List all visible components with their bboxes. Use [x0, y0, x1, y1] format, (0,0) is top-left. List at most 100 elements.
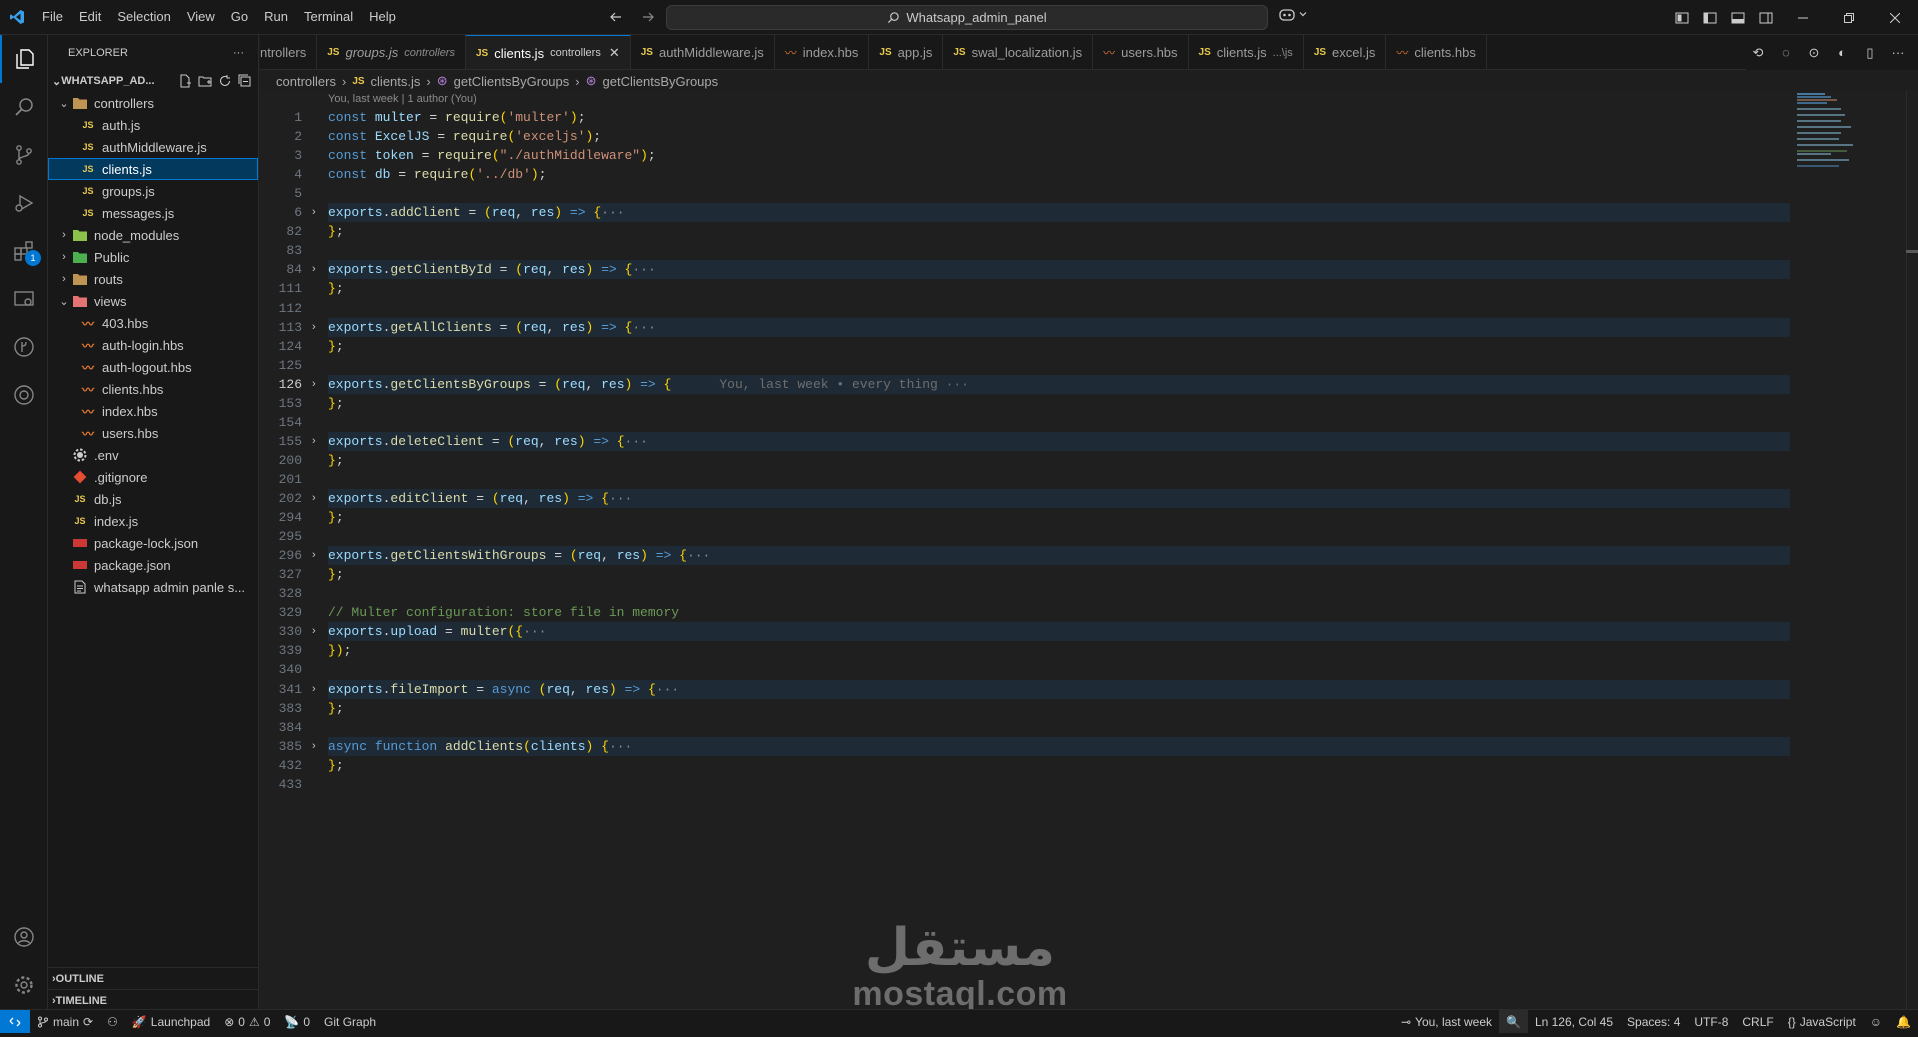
live-share-status[interactable]: ⚇: [100, 1010, 125, 1034]
code-line[interactable]: 432};: [260, 756, 1790, 775]
code-line[interactable]: 83: [260, 241, 1790, 260]
folded-ellipsis[interactable]: ···: [609, 491, 632, 506]
breadcrumb-symbol-2[interactable]: getClientsByGroups: [603, 74, 719, 89]
settings-gear-icon[interactable]: [0, 961, 48, 1009]
breadcrumb-folder[interactable]: controllers: [276, 74, 336, 89]
breadcrumb-file[interactable]: clients.js: [371, 74, 421, 89]
branch-status[interactable]: main ⟳: [30, 1010, 100, 1034]
code-line[interactable]: 113 › exports.getAllClients = (req, res) =…: [260, 317, 1790, 337]
folded-ellipsis[interactable]: ···: [609, 739, 632, 754]
tree-folder[interactable]: ⌄ views: [48, 290, 258, 312]
code-line[interactable]: 295: [260, 527, 1790, 546]
accounts-icon[interactable]: [0, 913, 48, 961]
code-line[interactable]: 5: [260, 184, 1790, 203]
notifications-status[interactable]: 🔔: [1889, 1010, 1918, 1034]
close-tab-icon[interactable]: ✕: [609, 45, 620, 61]
code-line[interactable]: 6 › exports.addClient = (req, res) => {···: [260, 203, 1790, 223]
tree-file[interactable]: .gitignore: [48, 466, 258, 488]
launchpad-status[interactable]: 🚀 Launchpad: [125, 1010, 217, 1034]
menu-selection[interactable]: Selection: [109, 5, 178, 29]
code-line[interactable]: 125: [260, 356, 1790, 375]
menu-go[interactable]: Go: [223, 5, 256, 29]
blame-status[interactable]: ⊸ You, last week: [1394, 1010, 1499, 1034]
toggle-blame-icon[interactable]: ◐: [1830, 45, 1854, 60]
code-line[interactable]: 339});: [260, 641, 1790, 660]
tree-file[interactable]: JS authMiddleware.js: [48, 136, 258, 158]
code-line[interactable]: 329 // Multer configuration: store file i…: [260, 603, 1790, 622]
previous-change-icon[interactable]: ◌: [1774, 45, 1798, 60]
zoom-status[interactable]: 🔍: [1499, 1009, 1528, 1034]
fold-chevron-icon[interactable]: ›: [312, 489, 316, 508]
tab[interactable]: JS groups.js controllers: [317, 35, 466, 69]
remote-explorer-icon[interactable]: [0, 275, 48, 323]
inline-blame[interactable]: You, last week • every thing: [719, 377, 937, 392]
collapse-all-icon[interactable]: [238, 74, 252, 88]
tree-folder[interactable]: › node_modules: [48, 224, 258, 246]
tree-file[interactable]: JS db.js: [48, 488, 258, 510]
code-line[interactable]: 154: [260, 413, 1790, 432]
restore-icon[interactable]: [1826, 0, 1872, 35]
code-line[interactable]: 82};: [260, 222, 1790, 241]
more-actions-icon[interactable]: ···: [1886, 45, 1910, 60]
folded-ellipsis[interactable]: ···: [632, 320, 655, 335]
code-line[interactable]: 330 › exports.upload = multer({···: [260, 622, 1790, 642]
next-change-icon[interactable]: ⊙: [1802, 45, 1826, 61]
tab[interactable]: 〰 index.hbs: [775, 35, 870, 69]
extensions-icon[interactable]: 1: [0, 227, 48, 275]
more-actions-icon[interactable]: ···: [233, 47, 244, 59]
tab[interactable]: 〰 clients.hbs: [1386, 35, 1487, 69]
code-line[interactable]: 84 › exports.getClientById = (req, res) =>…: [260, 260, 1790, 280]
tree-file[interactable]: JS auth.js: [48, 114, 258, 136]
minimap[interactable]: [1795, 91, 1905, 171]
folded-ellipsis[interactable]: ···: [601, 205, 624, 220]
tree-file[interactable]: package.json: [48, 554, 258, 576]
menu-file[interactable]: File: [34, 5, 71, 29]
fold-chevron-icon[interactable]: ›: [312, 737, 316, 756]
code-line[interactable]: 384: [260, 718, 1790, 737]
toggle-secondary-sidebar-icon[interactable]: [1752, 0, 1780, 35]
fold-chevron-icon[interactable]: ›: [312, 432, 316, 451]
code-line[interactable]: 433: [260, 775, 1790, 794]
tree-file[interactable]: 〰 index.hbs: [48, 400, 258, 422]
tab[interactable]: JS clients.js ...\js: [1189, 35, 1304, 69]
fold-chevron-icon[interactable]: ›: [312, 546, 316, 565]
command-center-search[interactable]: Whatsapp_admin_panel: [666, 5, 1268, 30]
remote-indicator-icon[interactable]: [0, 1009, 30, 1034]
customize-layout-icon[interactable]: [1668, 0, 1696, 35]
code-line[interactable]: 202 › exports.editClient = (req, res) => {…: [260, 489, 1790, 508]
breadcrumb-symbol-1[interactable]: getClientsByGroups: [454, 74, 570, 89]
fold-chevron-icon[interactable]: ›: [312, 375, 316, 394]
tree-file[interactable]: JS index.js: [48, 510, 258, 532]
inline-blame-more-icon[interactable]: ···: [938, 377, 969, 392]
back-arrow-icon[interactable]: [606, 6, 626, 28]
search-icon[interactable]: [0, 83, 48, 131]
code-line[interactable]: 201: [260, 470, 1790, 489]
explorer-icon[interactable]: [0, 35, 48, 83]
codelens-blame[interactable]: You, last week | 1 author (You): [328, 93, 477, 105]
code-line[interactable]: 340: [260, 660, 1790, 679]
fold-chevron-icon[interactable]: ›: [312, 622, 316, 641]
menu-help[interactable]: Help: [361, 5, 404, 29]
tree-file[interactable]: package-lock.json: [48, 532, 258, 554]
menu-view[interactable]: View: [179, 5, 223, 29]
source-control-icon[interactable]: [0, 131, 48, 179]
timeline-section[interactable]: › TIMELINE: [48, 989, 259, 1011]
gitlens-icon[interactable]: [0, 371, 48, 419]
sync-icon[interactable]: ⟳: [83, 1015, 93, 1029]
toggle-sidebar-icon[interactable]: [1696, 0, 1724, 35]
tree-file[interactable]: whatsapp admin panle s...: [48, 576, 258, 598]
code-line[interactable]: 3 const token = require("./authMiddleware…: [260, 146, 1790, 165]
cursor-position[interactable]: Ln 126, Col 45: [1528, 1010, 1620, 1034]
workspace-root[interactable]: ⌄ WHATSAPP_AD...: [48, 70, 258, 92]
code-line[interactable]: 1 const multer = require('multer');: [260, 108, 1790, 127]
close-icon[interactable]: [1872, 0, 1918, 35]
language-status[interactable]: {} JavaScript: [1781, 1010, 1863, 1034]
new-file-icon[interactable]: [178, 74, 192, 88]
tab[interactable]: JS app.js: [869, 35, 944, 69]
code-line[interactable]: 296 › exports.getClientsWithGroups = (req,…: [260, 546, 1790, 566]
tab[interactable]: JS excel.js: [1304, 35, 1387, 69]
code-line[interactable]: 126 › exports.getClientsByGroups = (req, r…: [260, 374, 1790, 394]
code-line[interactable]: 124};: [260, 337, 1790, 356]
tree-folder[interactable]: › routs: [48, 268, 258, 290]
indentation-status[interactable]: Spaces: 4: [1620, 1010, 1687, 1034]
